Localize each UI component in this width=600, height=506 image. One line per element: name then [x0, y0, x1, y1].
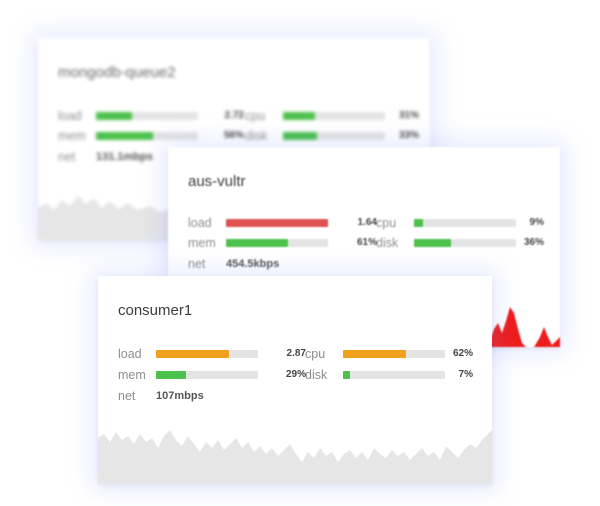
sparkline-spikes	[488, 307, 560, 347]
network-sparkline	[98, 430, 492, 484]
sparkline-area	[98, 430, 492, 484]
server-card-consumer1[interactable]: consumer1 load 2.87 cpu 62% mem 29% disk…	[98, 276, 492, 484]
